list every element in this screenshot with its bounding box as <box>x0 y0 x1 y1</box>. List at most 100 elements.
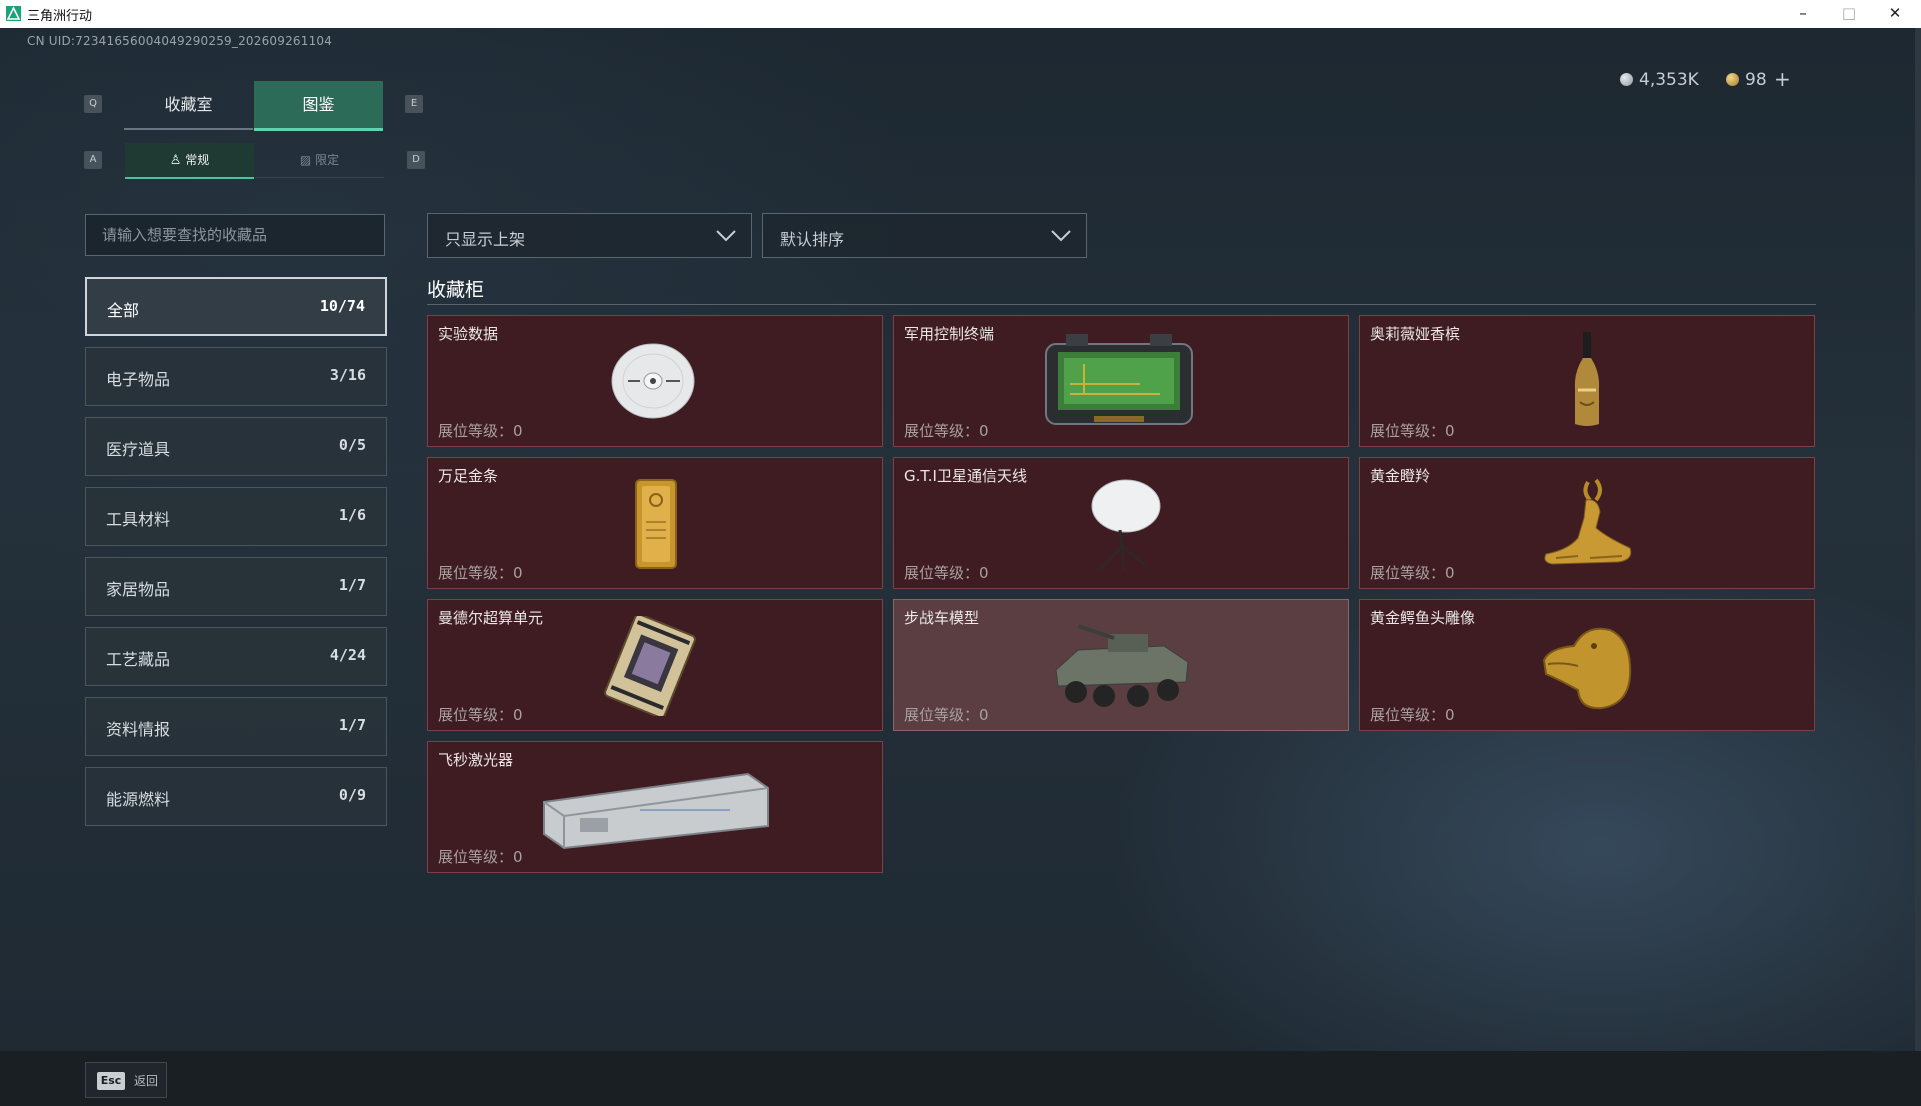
chevron-down-icon <box>1051 230 1071 242</box>
back-button[interactable]: Esc 返回 <box>85 1062 167 1098</box>
item-card-ifv-model[interactable]: 步战车模型 展位等级：0 <box>893 599 1349 731</box>
search-input[interactable]: 请输入想要查找的收藏品 <box>85 214 385 256</box>
category-household[interactable]: 家居物品 1/7 <box>85 557 387 616</box>
bottom-bar <box>0 1051 1921 1106</box>
category-medical[interactable]: 医疗道具 0/5 <box>85 417 387 476</box>
category-label: 电子物品 <box>106 370 171 389</box>
gold-bar-icon <box>635 479 677 569</box>
category-count: 1/7 <box>338 716 366 734</box>
sort-dropdown[interactable]: 默认排序 <box>762 213 1087 258</box>
item-level: 展位等级：0 <box>1370 422 1455 440</box>
section-divider <box>427 304 1816 305</box>
control-terminal-icon <box>1045 334 1193 425</box>
esc-key-hint: Esc <box>97 1072 125 1090</box>
item-card-olivia-champagne[interactable]: 奥莉薇娅香槟 展位等级：0 <box>1359 315 1815 447</box>
category-electronics[interactable]: 电子物品 3/16 <box>85 347 387 406</box>
section-title: 收藏柜 <box>427 279 485 301</box>
item-name: 奥莉薇娅香槟 <box>1370 325 1461 343</box>
subtab-limited[interactable]: ▨ 限定 <box>255 143 384 178</box>
category-count: 1/7 <box>338 576 366 594</box>
shelf-filter-dropdown[interactable]: 只显示上架 <box>427 213 752 258</box>
category-intel[interactable]: 资料情报 1/7 <box>85 697 387 756</box>
item-card-gti-satellite-antenna[interactable]: G.T.I卫星通信天线 展位等级：0 <box>893 457 1349 589</box>
window-titlebar: 三角洲行动 – □ ✕ <box>0 0 1921 28</box>
item-name: 万足金条 <box>438 467 499 485</box>
category-count: 0/9 <box>338 786 366 804</box>
sort-value: 默认排序 <box>780 230 845 249</box>
silver-coin-icon <box>1620 73 1633 86</box>
category-energy[interactable]: 能源燃料 0/9 <box>85 767 387 826</box>
item-card-mandel-compute-unit[interactable]: 曼德尔超算单元 展位等级：0 <box>427 599 883 731</box>
tab-prev-key-hint: Q <box>84 95 102 113</box>
item-card-golden-gazelle[interactable]: 黄金瞪羚 展位等级：0 <box>1359 457 1815 589</box>
golden-crocodile-icon <box>1542 627 1632 710</box>
item-level: 展位等级：0 <box>438 706 523 724</box>
tab-catalog[interactable]: 图鉴 <box>254 81 383 131</box>
item-name: 黄金鳄鱼头雕像 <box>1370 609 1476 627</box>
close-button[interactable]: ✕ <box>1872 0 1918 28</box>
golden-gazelle-icon <box>1544 478 1632 565</box>
shelf-filter-value: 只显示上架 <box>445 230 526 249</box>
category-label: 资料情报 <box>106 720 171 739</box>
category-count: 0/5 <box>338 436 366 454</box>
item-name: 步战车模型 <box>904 609 980 627</box>
chevron-down-icon <box>716 230 736 242</box>
flask-icon: ♙ <box>169 153 182 168</box>
silver-currency: 4,353K <box>1620 70 1699 90</box>
subtab-next-key-hint: D <box>407 151 425 169</box>
compute-unit-icon <box>604 616 696 716</box>
gold-coin-icon <box>1726 73 1739 86</box>
minimize-button[interactable]: – <box>1780 0 1826 28</box>
category-label: 医疗道具 <box>106 440 171 459</box>
item-card-military-terminal[interactable]: 军用控制终端 展位等级：0 <box>893 315 1349 447</box>
category-tools[interactable]: 工具材料 1/6 <box>85 487 387 546</box>
gold-amount: 98 <box>1745 70 1767 90</box>
item-name: 军用控制终端 <box>904 325 995 343</box>
item-level: 展位等级：0 <box>1370 706 1455 724</box>
category-all[interactable]: 全部 10/74 <box>85 277 387 336</box>
category-label: 全部 <box>107 301 140 320</box>
silver-amount: 4,353K <box>1639 70 1699 90</box>
app-logo-icon <box>6 6 21 21</box>
back-label: 返回 <box>134 1074 159 1088</box>
category-count: 1/6 <box>338 506 366 524</box>
subtab-prev-key-hint: A <box>84 151 102 169</box>
maximize-button[interactable]: □ <box>1826 0 1872 28</box>
category-count: 3/16 <box>329 366 366 384</box>
category-label: 工具材料 <box>106 510 171 529</box>
item-card-experiment-data[interactable]: 实验数据 展位等级：0 <box>427 315 883 447</box>
item-name: 黄金瞪羚 <box>1370 467 1431 485</box>
add-currency-button[interactable]: + <box>1774 67 1791 91</box>
category-count: 10/74 <box>319 297 365 315</box>
category-label: 家居物品 <box>106 580 171 599</box>
category-label: 能源燃料 <box>106 790 171 809</box>
satellite-dish-icon <box>1091 479 1161 573</box>
item-level: 展位等级：0 <box>1370 564 1455 582</box>
category-label: 工艺藏品 <box>106 650 171 669</box>
window-title: 三角洲行动 <box>27 9 93 24</box>
item-card-gold-bar[interactable]: 万足金条 展位等级：0 <box>427 457 883 589</box>
cd-disc-icon <box>611 343 695 419</box>
champagne-bottle-icon <box>1574 332 1600 426</box>
item-level: 展位等级：0 <box>904 564 989 582</box>
category-count: 4/24 <box>329 646 366 664</box>
tab-collection-room[interactable]: 收藏室 <box>124 81 253 130</box>
item-level: 展位等级：0 <box>438 564 523 582</box>
item-name: 飞秒激光器 <box>438 751 514 769</box>
femtosecond-laser-icon <box>543 772 769 850</box>
item-card-femtosecond-laser[interactable]: 飞秒激光器 展位等级：0 <box>427 741 883 873</box>
item-level: 展位等级：0 <box>904 706 989 724</box>
item-card-golden-crocodile-head[interactable]: 黄金鳄鱼头雕像 展位等级：0 <box>1359 599 1815 731</box>
subtab-regular-label: 常规 <box>185 153 210 167</box>
category-crafts[interactable]: 工艺藏品 4/24 <box>85 627 387 686</box>
subtab-regular[interactable]: ♙ 常规 <box>125 143 254 179</box>
image-icon: ▨ <box>299 153 312 167</box>
right-edge-strip <box>1915 28 1921 1051</box>
item-name: G.T.I卫星通信天线 <box>904 467 1027 485</box>
item-name: 实验数据 <box>438 325 499 343</box>
item-level: 展位等级：0 <box>438 422 523 440</box>
item-level: 展位等级：0 <box>438 848 523 866</box>
tab-next-key-hint: E <box>405 95 423 113</box>
gold-currency: 98 <box>1726 70 1767 90</box>
player-uid: CN UID:72341656004049290259_202609261104 <box>27 34 333 48</box>
